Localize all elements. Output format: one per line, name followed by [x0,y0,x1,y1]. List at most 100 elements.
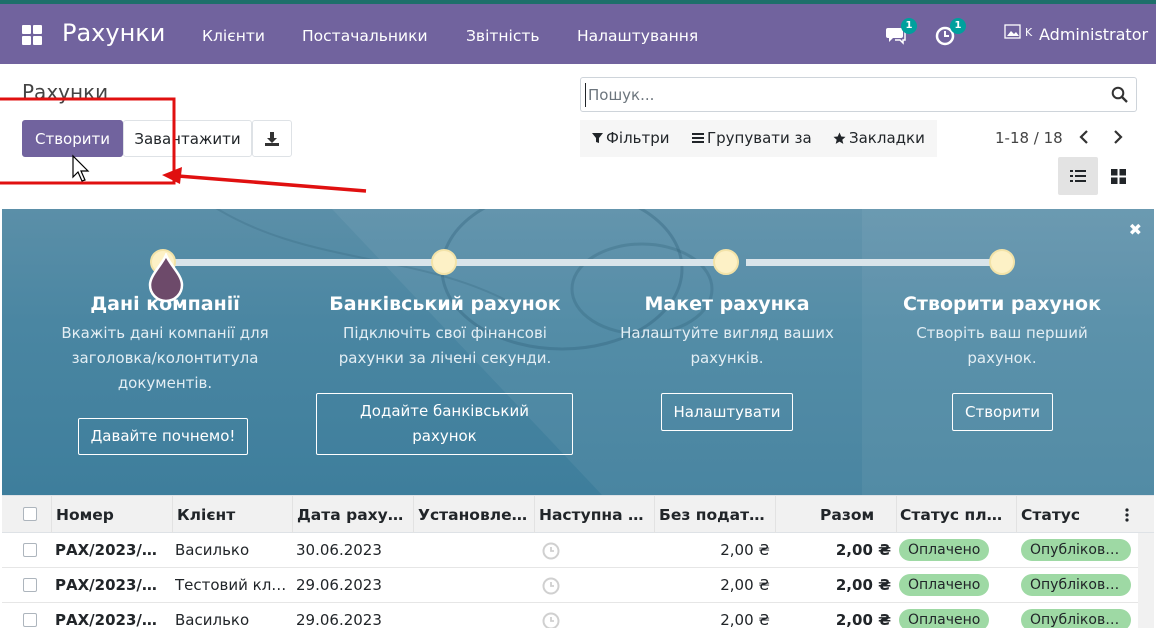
menu-vendors[interactable]: Постачальники [302,27,428,45]
payment-status-badge: Оплачено [899,609,990,628]
activities-count-badge: 1 [950,18,966,34]
chevron-left-icon [1079,130,1088,144]
status-badge: Опублікова… [1021,609,1131,628]
step-description: Створіть ваш перший рахунок. [916,324,1088,367]
close-icon[interactable]: ✖ [1129,220,1142,239]
activity-clock-icon[interactable] [542,542,560,564]
step-indicator-drop [148,253,184,303]
payment-status-badge: Оплачено [899,539,990,561]
row-checkbox[interactable] [23,613,37,627]
column-payment-status[interactable]: Статус пла… [900,506,1012,524]
download-button[interactable] [252,120,292,157]
add-bank-account-button[interactable]: Додайте банківський рахунок [316,393,573,455]
pager-previous[interactable] [1077,127,1091,151]
cell-untaxed: 2,00 ₴ [720,541,770,559]
step-marker-3 [713,249,739,275]
progress-track-3 [746,259,1004,266]
optional-columns-icon[interactable] [1124,507,1130,527]
column-total[interactable]: Разом [820,506,880,524]
menu-configuration[interactable]: Налаштування [577,27,698,45]
messages-count-badge: 1 [901,18,917,34]
app-brand[interactable]: Рахунки [62,19,165,47]
table-row[interactable]: РАХ/2023/00… Василько 30.06.2023 2,00 ₴ … [2,533,1154,568]
activities-button[interactable]: 1 [934,18,966,46]
column-invoice-date[interactable]: Дата раху… [297,506,411,524]
pager-next[interactable] [1111,127,1125,151]
cell-client: Василько [175,611,250,628]
step-marker-2 [431,249,457,275]
search-input[interactable] [585,83,1105,107]
row-checkbox[interactable] [23,543,37,557]
avatar-alt-text: K [1025,26,1033,39]
page-title: Рахунки [22,80,109,104]
lets-start-button[interactable]: Давайте почнемо! [78,418,248,455]
step-company-data: Дані компанії Вкажіть дані компанії для … [30,293,300,396]
table-scrollbar[interactable] [1138,533,1154,628]
list-view-button[interactable] [1058,157,1098,195]
cell-total: 2,00 ₴ [835,611,891,628]
step-title: Макет рахунка [644,293,810,315]
chevron-right-icon [1114,130,1123,144]
pager-value[interactable]: 1-18 / 18 [995,129,1063,147]
cell-client: Тестовий кл… [175,576,287,594]
column-number[interactable]: Номер [56,506,166,524]
step-title: Створити рахунок [902,293,1102,315]
main-navbar: Рахунки Клієнти Постачальники Звітність … [0,4,1156,64]
column-untaxed[interactable]: Без податк… [659,506,773,524]
search-options-bar: Фільтри Групувати за Закладки [580,120,937,157]
progress-track-1 [162,259,447,266]
filters-label: Фільтри [606,129,670,147]
bars-icon [692,133,704,143]
step-invoice-layout: Макет рахунка Налаштуйте вигляд ваших ра… [592,293,862,371]
column-next-activity[interactable]: Наступна дія [539,506,654,524]
kanban-view-button[interactable] [1098,157,1138,195]
user-menu[interactable]: K Administrator [1003,22,1148,46]
broken-image-icon [1004,24,1021,39]
step-description: Налаштуйте вигляд ваших рахунків. [620,324,834,367]
search-icon[interactable] [1111,86,1128,107]
cell-total: 2,00 ₴ [835,541,891,559]
status-badge: Опублікова… [1021,574,1131,596]
user-name: Administrator [1039,24,1149,44]
list-icon [1070,170,1086,182]
cell-number: РАХ/2023/00… [55,611,167,628]
progress-track-2 [445,259,730,266]
group-by-toggle[interactable]: Групувати за [692,129,812,147]
star-icon [833,132,846,144]
select-all-checkbox[interactable] [23,507,37,521]
grid-icon [1110,168,1126,184]
cell-number: РАХ/2023/00… [55,576,167,594]
activity-clock-icon[interactable] [542,612,560,628]
favorites-toggle[interactable]: Закладки [833,129,925,147]
row-checkbox[interactable] [23,578,37,592]
filters-toggle[interactable]: Фільтри [592,129,670,147]
menu-reporting[interactable]: Звітність [466,27,540,45]
table-row[interactable]: РАХ/2023/00… Василько 29.06.2023 2,00 ₴ … [2,603,1154,628]
column-status[interactable]: Статус [1021,506,1111,524]
create-button[interactable]: Створити [22,120,123,157]
step-create-invoice: Створити рахунок Створіть ваш перший рах… [867,293,1137,371]
filter-icon [592,133,603,143]
avatar: K [1003,22,1033,46]
step-description: Вкажіть дані компанії для заголовка/коло… [61,324,269,392]
table-header: Номер Клієнт Дата раху… Установле… Насту… [2,495,1154,534]
step-description: Підключіть свої фінансові рахунки за ліч… [338,324,552,367]
step-bank-account: Банківський рахунок Підключіть свої фіна… [310,293,580,371]
group-by-label: Групувати за [707,129,812,147]
messages-button[interactable]: 1 [885,18,917,46]
upload-button[interactable]: Завантажити [123,120,252,157]
apps-menu-icon[interactable] [22,25,42,45]
customize-button[interactable]: Налаштувати [661,393,793,431]
column-due-date[interactable]: Установле… [418,506,532,524]
status-badge: Опублікова… [1021,539,1131,561]
menu-customers[interactable]: Клієнти [202,27,265,45]
mouse-cursor-icon [72,154,90,182]
activity-clock-icon[interactable] [542,577,560,599]
table-row[interactable]: РАХ/2023/00… Тестовий кл… 29.06.2023 2,0… [2,568,1154,603]
column-client[interactable]: Клієнт [177,506,287,524]
cell-number: РАХ/2023/00… [55,541,167,559]
cell-total: 2,00 ₴ [835,576,891,594]
step-marker-4 [989,249,1015,275]
payment-status-badge: Оплачено [899,574,990,596]
create-invoice-button[interactable]: Створити [952,393,1053,431]
